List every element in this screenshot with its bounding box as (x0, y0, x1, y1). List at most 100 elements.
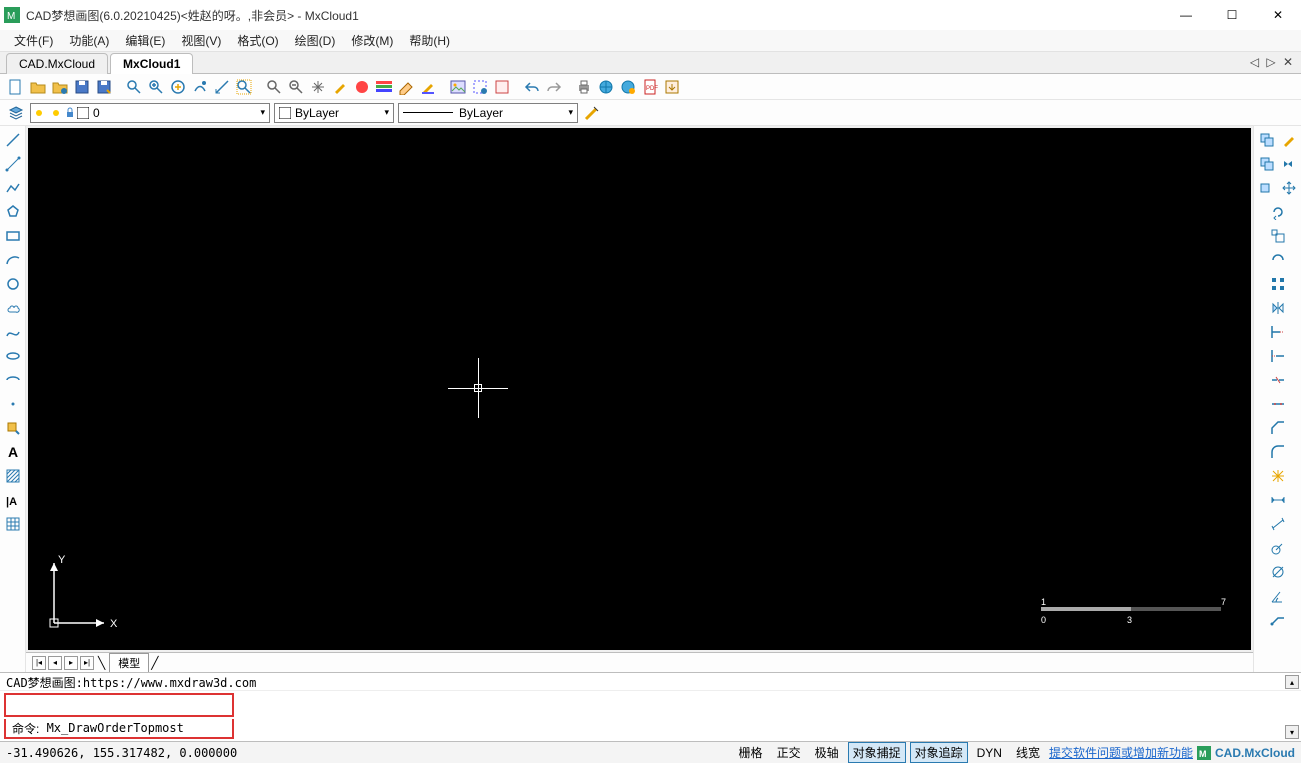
zoom-prev-icon[interactable] (264, 77, 284, 97)
polygon-icon[interactable] (3, 202, 23, 222)
polyline-icon[interactable] (3, 178, 23, 198)
scale-icon[interactable] (1268, 226, 1288, 246)
copy-icon[interactable] (1257, 130, 1277, 150)
break-icon[interactable] (1268, 370, 1288, 390)
undo-icon[interactable] (522, 77, 542, 97)
zoom-window-icon[interactable] (124, 77, 144, 97)
menu-format[interactable]: 格式(O) (229, 30, 286, 51)
trim-icon[interactable] (1268, 322, 1288, 342)
feedback-link[interactable]: 提交软件问题或增加新功能 (1049, 744, 1193, 761)
erase-icon[interactable] (396, 77, 416, 97)
tab-cad-mxcloud[interactable]: CAD.MxCloud (6, 53, 108, 74)
ellipse-arc-icon[interactable] (3, 370, 23, 390)
open-icon[interactable] (28, 77, 48, 97)
command-line[interactable]: 命令: (4, 719, 234, 739)
tab-prev-icon[interactable]: ◂ (48, 656, 62, 670)
block-insert-icon[interactable] (3, 418, 23, 438)
saveas-icon[interactable] (94, 77, 114, 97)
status-grid[interactable]: 栅格 (734, 742, 768, 763)
menu-modify[interactable]: 修改(M) (343, 30, 401, 51)
menu-function[interactable]: 功能(A) (61, 30, 117, 51)
menu-draw[interactable]: 绘图(D) (287, 30, 344, 51)
text-icon[interactable]: A (3, 442, 23, 462)
table-icon[interactable] (3, 514, 23, 534)
lineweight-icon[interactable] (582, 103, 602, 123)
fillet-icon[interactable] (1268, 442, 1288, 462)
open2-icon[interactable] (50, 77, 70, 97)
globe-icon[interactable] (596, 77, 616, 97)
zoom-all-icon[interactable] (234, 77, 254, 97)
command-input[interactable] (47, 721, 226, 735)
status-osnap[interactable]: 对象捕捉 (848, 742, 906, 763)
mtext-icon[interactable]: |A (3, 490, 23, 510)
scroll-down-icon[interactable]: ▾ (1285, 725, 1299, 739)
pan-icon[interactable] (308, 77, 328, 97)
zoom-out-icon[interactable] (286, 77, 306, 97)
brush-icon[interactable] (330, 77, 350, 97)
dim-aligned-icon[interactable] (1268, 514, 1288, 534)
minimize-button[interactable]: — (1163, 0, 1209, 30)
layer-dropdown[interactable]: 0 ▾ (30, 103, 270, 123)
dim-angular-icon[interactable] (1268, 586, 1288, 606)
stretch-icon[interactable] (1268, 250, 1288, 270)
line-icon[interactable] (3, 130, 23, 150)
close-button[interactable]: ✕ (1255, 0, 1301, 30)
zoom-realtime-icon[interactable] (190, 77, 210, 97)
revcloud-icon[interactable] (3, 298, 23, 318)
pdf-icon[interactable]: PDF (640, 77, 660, 97)
leader-icon[interactable] (1268, 610, 1288, 630)
color-icon[interactable] (352, 77, 372, 97)
redo-icon[interactable] (544, 77, 564, 97)
extend-icon[interactable] (1268, 346, 1288, 366)
zoom-extents-icon[interactable] (168, 77, 188, 97)
dim-radius-icon[interactable] (1268, 538, 1288, 558)
drawing-canvas[interactable]: Y X 1 7 0 3 (28, 128, 1251, 650)
spline-icon[interactable] (3, 322, 23, 342)
model-tab[interactable]: 模型 (109, 653, 149, 672)
circle-icon[interactable] (3, 274, 23, 294)
erase2-icon[interactable] (1279, 130, 1299, 150)
dim-linear-icon[interactable] (1268, 490, 1288, 510)
tab-mxcloud1[interactable]: MxCloud1 (110, 53, 193, 74)
mirror2-icon[interactable] (1268, 298, 1288, 318)
rectangle-icon[interactable] (3, 226, 23, 246)
new-icon[interactable] (6, 77, 26, 97)
select2-icon[interactable] (492, 77, 512, 97)
xline-icon[interactable] (3, 154, 23, 174)
zoom-in-icon[interactable] (146, 77, 166, 97)
layers-icon[interactable] (374, 77, 394, 97)
explode-icon[interactable] (1268, 466, 1288, 486)
join-icon[interactable] (1268, 394, 1288, 414)
menu-help[interactable]: 帮助(H) (401, 30, 458, 51)
layer-manager-icon[interactable] (6, 103, 26, 123)
tab-next-icon[interactable]: ▸ (64, 656, 78, 670)
export-icon[interactable] (662, 77, 682, 97)
tab-last-icon[interactable]: ▸| (80, 656, 94, 670)
offset-icon[interactable] (1257, 178, 1277, 198)
measure-icon[interactable] (212, 77, 232, 97)
linetype-dropdown[interactable]: ByLayer ▾ (398, 103, 578, 123)
tab-first-icon[interactable]: |◂ (32, 656, 46, 670)
chamfer-icon[interactable] (1268, 418, 1288, 438)
save-icon[interactable] (72, 77, 92, 97)
menu-view[interactable]: 视图(V) (173, 30, 229, 51)
ellipse-icon[interactable] (3, 346, 23, 366)
maximize-button[interactable]: ☐ (1209, 0, 1255, 30)
hatch-icon[interactable] (3, 466, 23, 486)
tab-nav-buttons[interactable]: ◁ ▷ ✕ (1250, 55, 1295, 69)
copy2-icon[interactable] (1257, 154, 1277, 174)
color-dropdown[interactable]: ByLayer ▾ (274, 103, 394, 123)
status-lwt[interactable]: 线宽 (1011, 742, 1045, 763)
status-ortho[interactable]: 正交 (772, 742, 806, 763)
globe2-icon[interactable] (618, 77, 638, 97)
image-icon[interactable] (448, 77, 468, 97)
select-icon[interactable] (470, 77, 490, 97)
rotate-icon[interactable] (1268, 202, 1288, 222)
menu-edit[interactable]: 编辑(E) (117, 30, 173, 51)
highlight-icon[interactable] (418, 77, 438, 97)
move-icon[interactable] (1279, 178, 1299, 198)
arc-icon[interactable] (3, 250, 23, 270)
point-icon[interactable] (3, 394, 23, 414)
status-dyn[interactable]: DYN (972, 744, 1007, 762)
print-icon[interactable] (574, 77, 594, 97)
